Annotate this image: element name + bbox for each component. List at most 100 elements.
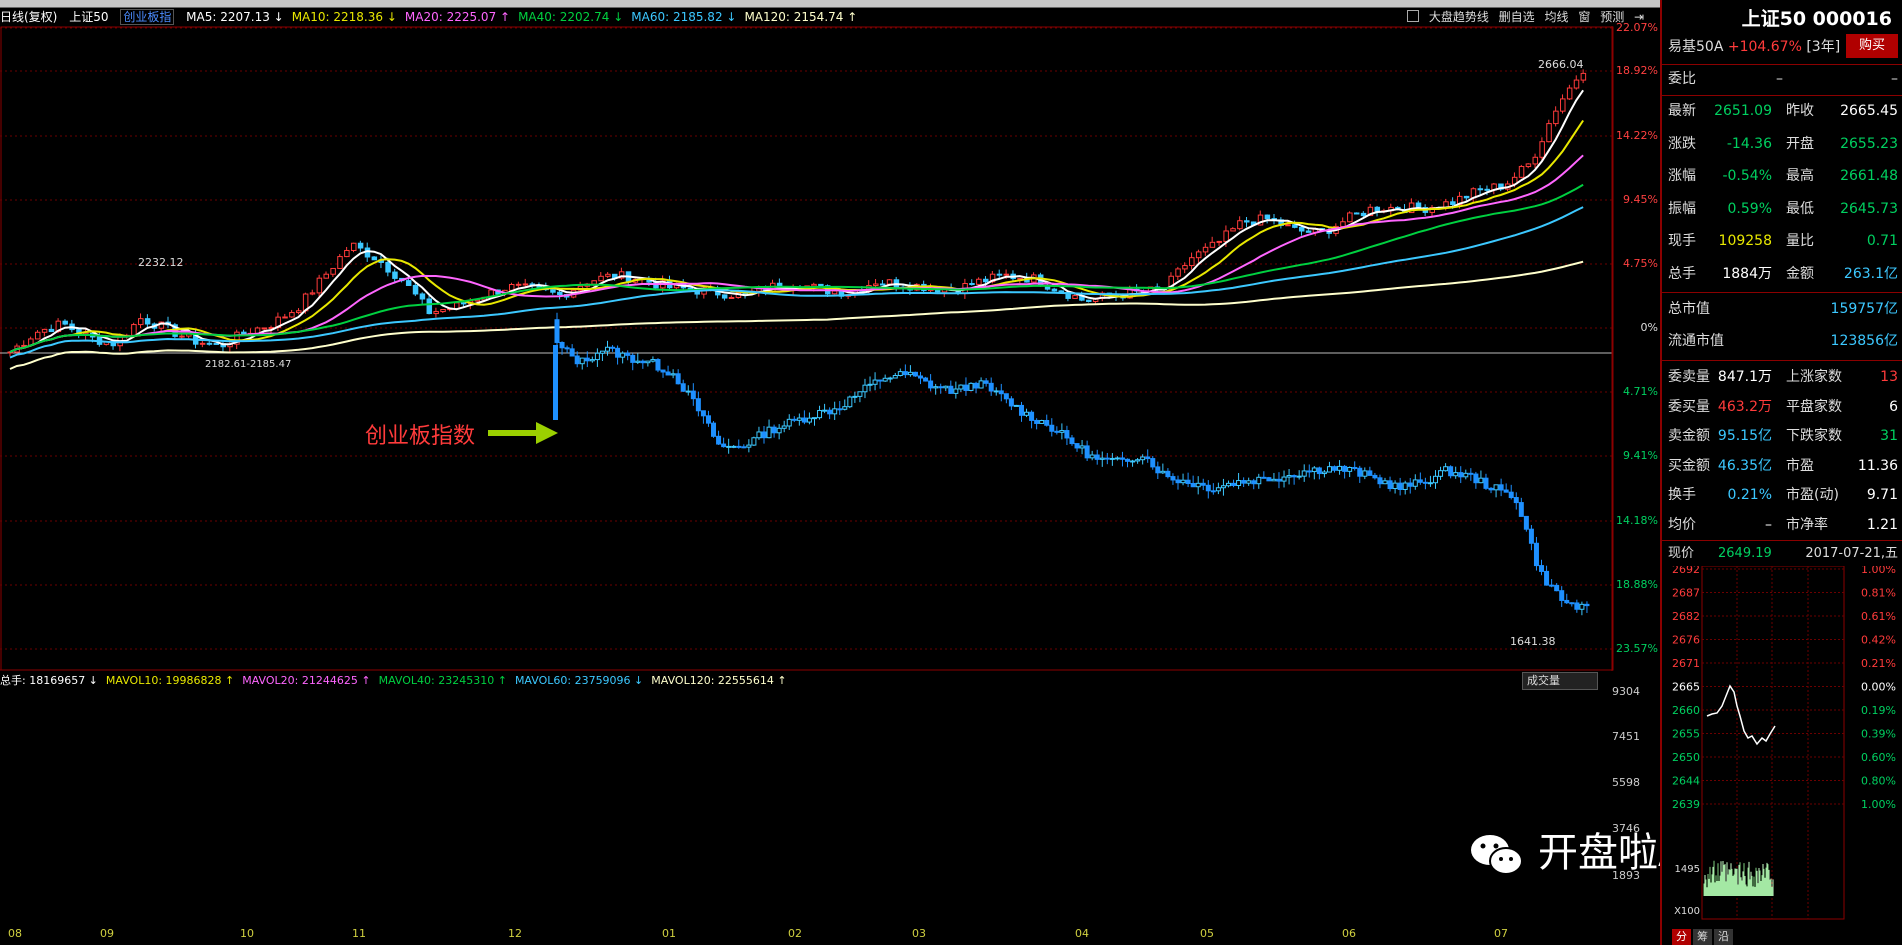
now-label: 现价	[1668, 546, 1695, 561]
sub-candle	[998, 390, 1004, 395]
linked-fund-change: +104.67%	[1727, 39, 1802, 55]
sub-candle	[817, 410, 823, 419]
sub-index-tag[interactable]: 创业板指	[120, 9, 175, 25]
sub-candle	[1473, 473, 1479, 484]
buy-button[interactable]: 购买	[1846, 34, 1898, 58]
sub-candle	[827, 409, 833, 415]
ma-line-button[interactable]: 均线	[1545, 10, 1569, 24]
sub-candle	[655, 359, 661, 371]
candle	[1195, 251, 1202, 259]
candle	[261, 327, 268, 330]
sub-candle	[1074, 443, 1080, 449]
market-cap-label: 总市值	[1668, 301, 1710, 317]
quote-value: 1.21	[1866, 516, 1898, 533]
mini-price-tick: 2644	[1672, 775, 1700, 788]
linked-fund-name: 易基50A	[1668, 39, 1724, 55]
quote-label: 量比	[1786, 233, 1814, 249]
sub-candle	[1528, 528, 1534, 544]
market-cap-row: 流通市值 123856亿	[1668, 328, 1898, 354]
volume-tick: 7451	[1612, 730, 1640, 743]
sub-candle	[1291, 475, 1297, 478]
candle	[385, 261, 391, 273]
trend-checkbox[interactable]: 大盘趋势线	[1401, 10, 1489, 24]
candle	[1484, 188, 1490, 191]
sub-candle	[1357, 467, 1363, 477]
chart-mode-label[interactable]: 日线(复权)	[0, 10, 57, 24]
intraday-chart[interactable]: 2692 1.00% 2687 0.81% 2682 0.61% 2676 0.42% 2671…	[1662, 566, 1902, 924]
sub-candle	[1483, 477, 1489, 489]
sub-candle	[963, 384, 969, 391]
mini-price-tick: 2671	[1672, 657, 1700, 670]
candle	[350, 242, 357, 251]
quote-label: 涨跌	[1668, 135, 1696, 152]
candle	[1450, 201, 1456, 206]
mini-pct-tick: 0.39%	[1861, 728, 1896, 741]
sub-candle	[690, 390, 696, 400]
candle	[213, 342, 220, 345]
sub-candle	[1337, 465, 1343, 471]
sub-candle	[1200, 482, 1206, 486]
sub-candle	[665, 371, 671, 376]
candle	[41, 328, 48, 333]
panel-tab[interactable]: 沿	[1714, 929, 1733, 945]
quote-value: 9.71	[1866, 487, 1898, 503]
mini-pct-tick: 0.80%	[1861, 775, 1896, 788]
sub-candle	[584, 357, 590, 362]
delete-self-select-button[interactable]: 删自选	[1499, 10, 1535, 24]
sub-candle	[1523, 515, 1529, 530]
candle	[337, 256, 343, 269]
panel-tab[interactable]: 筹	[1693, 929, 1712, 945]
candle	[1209, 241, 1216, 248]
sub-candle	[1220, 485, 1226, 489]
pct-tick: 18.92%	[1616, 64, 1658, 77]
webi-diff: –	[1891, 71, 1898, 87]
sub-candle	[1266, 477, 1272, 482]
mini-pct-tick: 0.00%	[1861, 681, 1896, 694]
sub-candle	[1488, 487, 1494, 491]
sub-candle	[1508, 491, 1514, 499]
sub-candle	[1362, 470, 1368, 477]
sub-candle	[1034, 419, 1040, 424]
pct-tick: 23.57%	[1616, 642, 1658, 655]
quote-label: 振幅	[1668, 200, 1696, 217]
sub-candle	[1367, 470, 1373, 476]
volume-tick: 9304	[1612, 685, 1640, 698]
volume-legend: 总手: 18169657 ↓ MAVOL10: 19986828 ↑ MAVOL20…	[0, 673, 803, 689]
sub-candle	[1387, 480, 1393, 490]
month-label: 02	[788, 927, 802, 940]
candle	[1573, 79, 1580, 89]
sub-candle	[645, 360, 651, 364]
candle	[179, 335, 185, 338]
candle	[419, 293, 426, 300]
quote-value: 2645.73	[1840, 200, 1898, 217]
candle	[138, 318, 144, 326]
month-label: 11	[352, 927, 366, 940]
quote-label: 市盈(动)	[1786, 487, 1839, 503]
sub-candle	[610, 346, 616, 349]
sub-candle	[822, 409, 828, 412]
sub-candle	[1397, 482, 1403, 490]
sub-candle	[1024, 411, 1030, 416]
sub-candle	[1513, 497, 1519, 504]
chinext-annotation: 创业板指数	[365, 424, 476, 449]
quote-value: 1884万	[1722, 265, 1772, 282]
panel-tab[interactable]: 分	[1672, 929, 1691, 945]
date-axis: 08 09 10 11 12 01 02 03 04 05 06 07	[0, 927, 1600, 943]
sub-candle	[1301, 470, 1307, 477]
candle	[1003, 273, 1010, 276]
ma-line-10	[9, 119, 1584, 353]
sub-candle	[721, 443, 727, 448]
candle	[357, 242, 364, 249]
sub-candle	[1170, 476, 1176, 481]
price-chart[interactable]: 2666.04 2232.12 2182.61-2185.47 1641.38	[0, 26, 1660, 671]
sub-candle	[796, 417, 802, 421]
sub-candle	[1099, 457, 1105, 460]
sub-candle	[1539, 565, 1545, 572]
sub-candle	[574, 355, 580, 365]
mini-price-tick: 2687	[1672, 587, 1700, 600]
sub-candle	[675, 373, 681, 385]
sub-candle	[1044, 420, 1050, 426]
candle	[1525, 163, 1532, 168]
volume-indicator-select[interactable]: 成交量	[1522, 672, 1598, 690]
sub-candle	[1094, 454, 1100, 460]
